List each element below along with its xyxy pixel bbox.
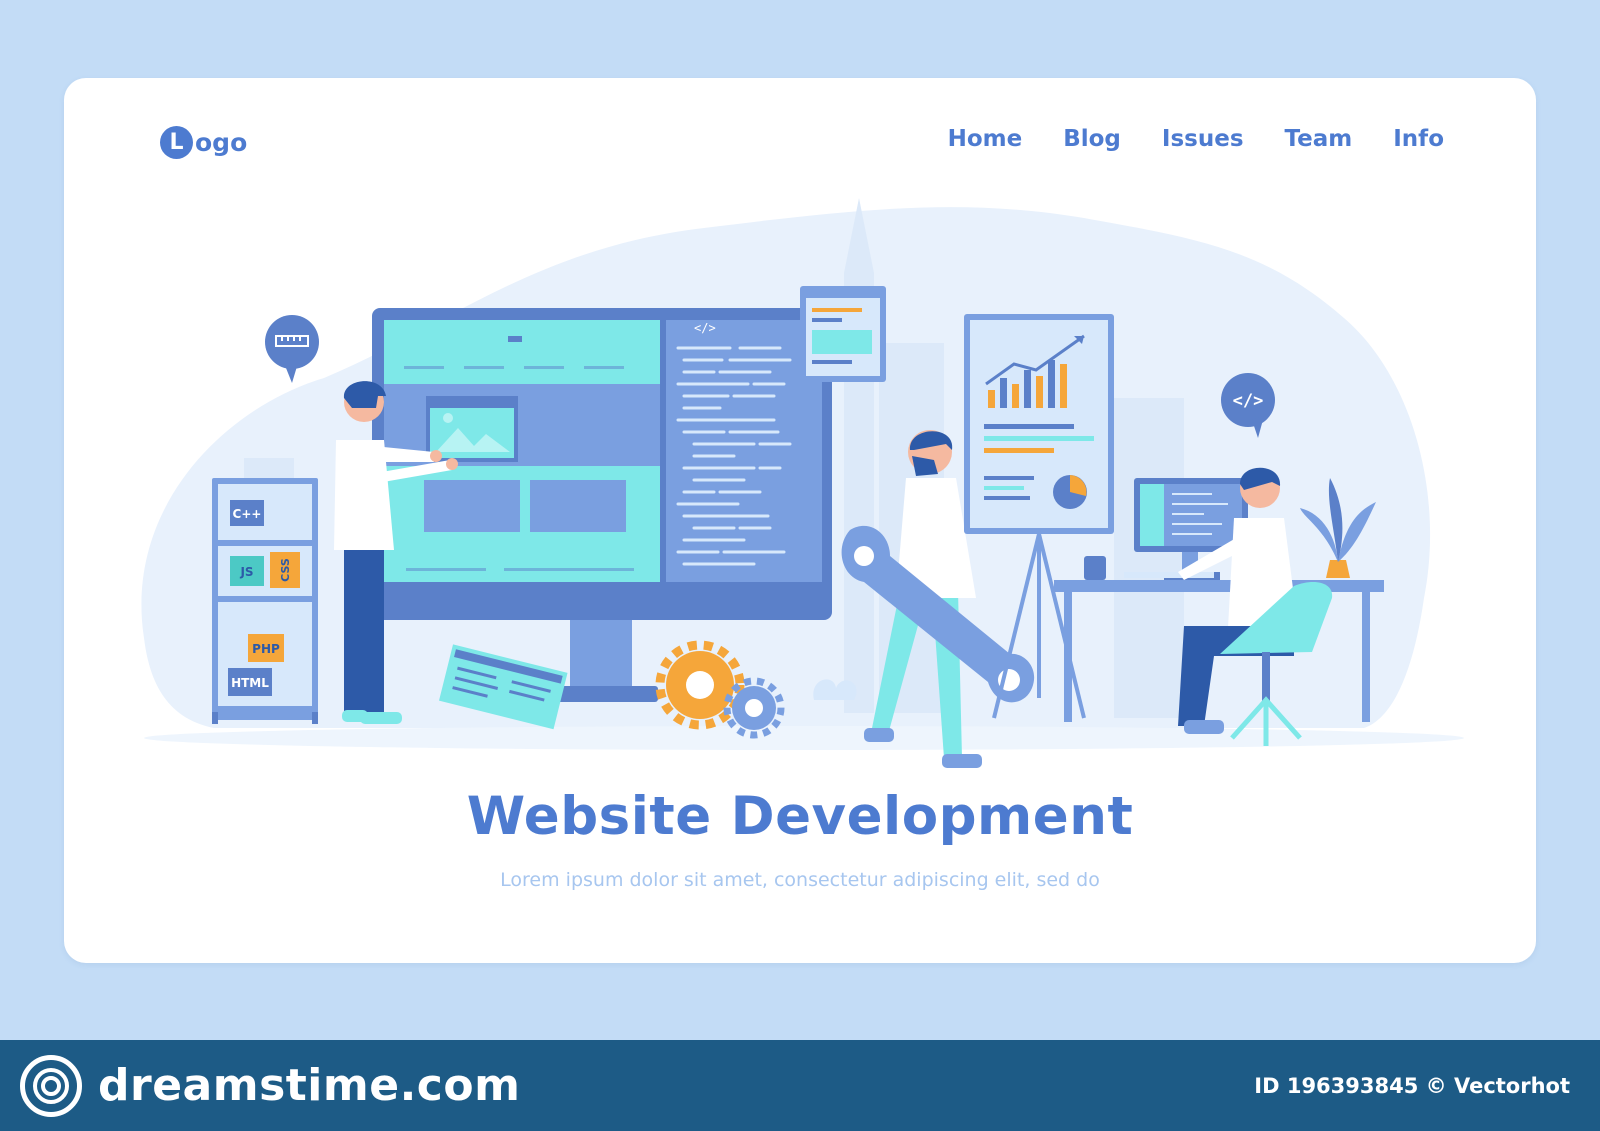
logo[interactable]: L ogo <box>160 126 247 159</box>
hero-title: Website Development <box>466 786 1134 847</box>
svg-text:C++: C++ <box>233 507 262 521</box>
hero-subtitle: Lorem ipsum dolor sit amet, consectetur … <box>500 869 1100 891</box>
shelf-tag-html: HTML <box>228 668 272 696</box>
shelf-tag-js: JS <box>230 556 264 586</box>
svg-text:HTML: HTML <box>231 676 269 690</box>
nav-issues[interactable]: Issues <box>1162 126 1244 152</box>
ruler-bubble <box>265 315 319 383</box>
dreamstime-brand[interactable]: dreamstime.com <box>20 1054 521 1117</box>
nav-home[interactable]: Home <box>948 126 1023 152</box>
nav-blog[interactable]: Blog <box>1063 126 1121 152</box>
shelf-tag-css: CSS <box>270 552 300 588</box>
shelf-tag-cpp: C++ <box>230 500 264 526</box>
floating-window <box>800 286 886 382</box>
dreamstime-brand-text: dreamstime.com <box>98 1060 521 1111</box>
logo-mark: L <box>160 126 193 159</box>
svg-text:JS: JS <box>239 565 253 579</box>
main-nav: Home Blog Issues Team Info <box>948 126 1444 152</box>
shelf-tag-php: PHP <box>248 634 284 662</box>
svg-text:</>: </> <box>1233 391 1264 411</box>
code-tag-label: </> <box>694 321 716 335</box>
landing-card: C++ JS CSS PHP HTML </> </> L ogo Home B… <box>64 78 1536 963</box>
nav-team[interactable]: Team <box>1285 126 1353 152</box>
nav-info[interactable]: Info <box>1393 126 1444 152</box>
svg-text:PHP: PHP <box>252 642 280 656</box>
svg-text:CSS: CSS <box>279 558 292 582</box>
logo-text: ogo <box>195 128 248 157</box>
stock-footer: dreamstime.com ID 196393845 © Vectorhot <box>0 1040 1600 1131</box>
stock-id-label: ID 196393845 © Vectorhot <box>1254 1073 1570 1098</box>
dreamstime-logo-icon <box>20 1054 82 1117</box>
